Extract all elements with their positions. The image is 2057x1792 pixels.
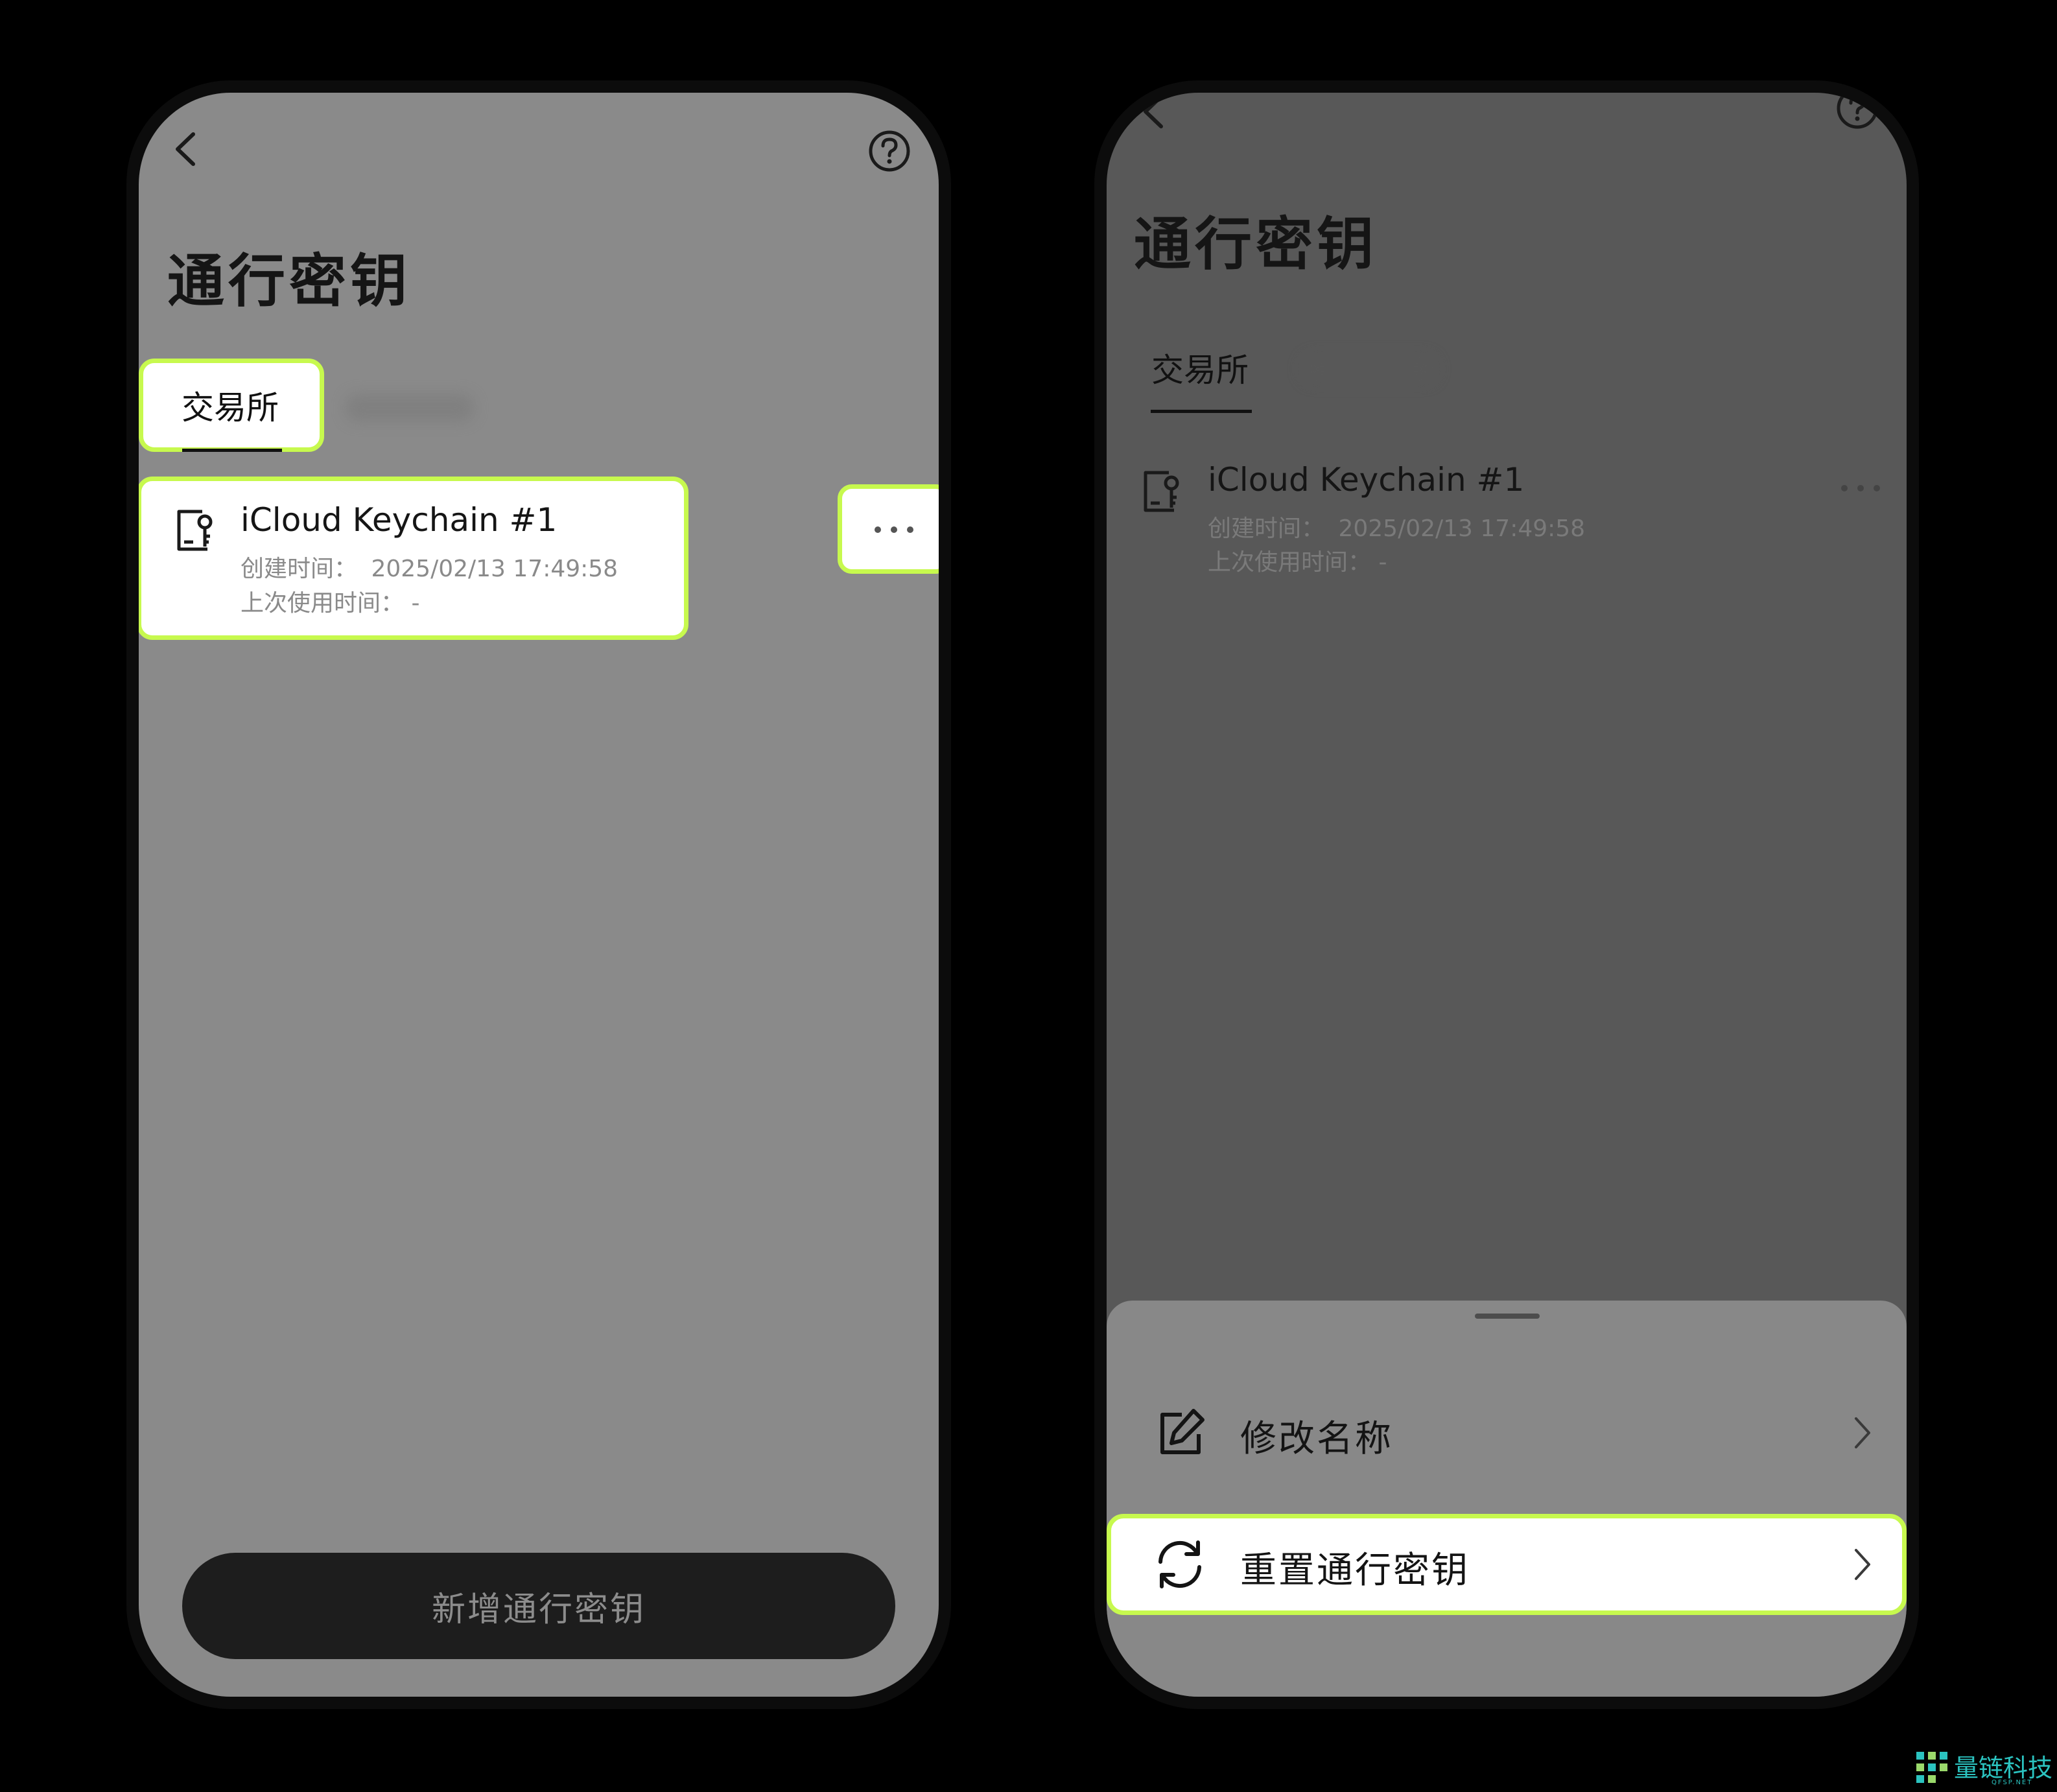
help-icon[interactable]: [1835, 93, 1879, 130]
last-used-time: 上次使用时间： -: [1208, 543, 1387, 577]
refresh-icon: [1158, 1540, 1201, 1588]
created-label: 创建时间：: [1208, 515, 1325, 542]
sheet-handle[interactable]: [1475, 1314, 1540, 1319]
created-value: 2025/02/13 17:49:58: [371, 556, 618, 582]
created-value: 2025/02/13 17:49:58: [1338, 515, 1586, 542]
tab-underline: [1151, 410, 1252, 413]
more-options-icon: [875, 526, 913, 533]
watermark-logo-icon: [1916, 1752, 1947, 1783]
last-used-value: -: [411, 590, 420, 617]
page-title: 通行密钥: [167, 248, 412, 314]
rename-option[interactable]: 修改名称: [1107, 1382, 1907, 1483]
passkey-screen-right: 通行密钥 交易所 iCloud Keychain #1 创建时间： 2025/0…: [1107, 93, 1907, 1697]
passkey-name: iCloud Keychain #1: [241, 501, 558, 539]
back-arrow-icon[interactable]: [166, 126, 205, 172]
tab-exchange-label: 交易所: [182, 389, 279, 427]
chevron-right-icon: [1855, 1417, 1870, 1448]
passkey-name: iCloud Keychain #1: [1208, 461, 1525, 499]
tab-exchange[interactable]: 交易所: [1151, 344, 1249, 391]
last-used-label: 上次使用时间：: [1208, 549, 1372, 576]
rename-label: 修改名称: [1240, 1418, 1393, 1460]
last-used-value: -: [1378, 549, 1387, 576]
tab-underline: [182, 449, 282, 452]
passkey-screen-left: 通行密钥 交易所 iCloud Keychain #1 创建时间： 2025/0…: [139, 93, 939, 1697]
created-time: 创建时间： 2025/02/13 17:49:58: [241, 550, 618, 584]
reset-passkey-option[interactable]: 重置通行密钥: [1107, 1514, 1907, 1615]
last-used-label: 上次使用时间：: [241, 590, 405, 617]
edit-icon: [1160, 1409, 1205, 1454]
tab-blurred[interactable]: [1301, 355, 1437, 383]
chevron-right-icon: [1855, 1549, 1870, 1580]
created-label: 创建时间：: [241, 556, 358, 582]
watermark: 量链科技 QFSP.NET: [1914, 1747, 2057, 1792]
reset-passkey-label: 重置通行密钥: [1240, 1550, 1470, 1592]
passkey-icon: [177, 510, 213, 551]
more-options-icon[interactable]: [1838, 482, 1883, 495]
phone-frame-left: 通行密钥 交易所 iCloud Keychain #1 创建时间： 2025/0…: [126, 80, 951, 1709]
phone-frame-right: 通行密钥 交易所 iCloud Keychain #1 创建时间： 2025/0…: [1094, 80, 1919, 1709]
watermark-subtext: QFSP.NET: [1992, 1779, 2033, 1786]
passkey-icon: [1144, 471, 1179, 512]
help-icon[interactable]: [867, 129, 911, 173]
page-title: 通行密钥: [1134, 211, 1378, 277]
last-used-time: 上次使用时间： -: [241, 584, 419, 618]
created-time: 创建时间： 2025/02/13 17:49:58: [1208, 510, 1585, 543]
action-sheet: 修改名称 重置通行密钥: [1107, 1301, 1907, 1697]
tab-blurred[interactable]: [345, 394, 475, 422]
back-arrow-icon[interactable]: [1134, 93, 1173, 134]
add-passkey-button[interactable]: 新增通行密钥: [182, 1553, 895, 1659]
watermark-text: 量链科技: [1954, 1754, 2053, 1782]
